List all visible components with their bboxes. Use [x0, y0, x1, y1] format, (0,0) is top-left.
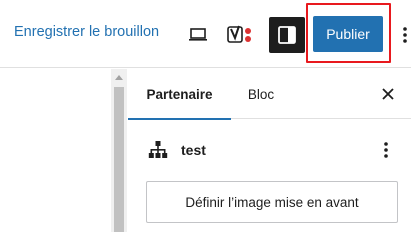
more-options-button[interactable]	[398, 20, 411, 50]
tab-partenaire[interactable]: Partenaire	[128, 69, 231, 120]
publish-button[interactable]: Publier	[313, 16, 383, 52]
settings-toggle-button[interactable]	[269, 17, 305, 53]
canvas-scrollbar[interactable]	[111, 69, 127, 232]
editor-canvas[interactable]	[0, 69, 127, 232]
block-info-panel: test Définir l’image mise en avant	[128, 120, 411, 232]
sidebar-toggle-icon	[278, 26, 296, 44]
settings-sidebar: Partenaire Bloc test Définir l’image mis…	[128, 69, 411, 232]
laptop-icon	[189, 28, 207, 41]
yoast-seo-icon	[227, 25, 251, 43]
scrollbar-thumb[interactable]	[114, 87, 124, 232]
tab-bloc[interactable]: Bloc	[231, 69, 291, 119]
block-options-button[interactable]	[378, 138, 394, 162]
preview-button[interactable]	[183, 20, 213, 50]
vertical-ellipsis-icon	[402, 27, 407, 43]
vertical-ellipsis-icon	[384, 142, 388, 158]
sidebar-tabs: Partenaire Bloc	[128, 69, 411, 120]
yoast-seo-button[interactable]	[225, 20, 255, 50]
triangle-up-icon	[115, 74, 123, 80]
hierarchy-icon	[148, 141, 168, 158]
close-icon	[382, 88, 394, 100]
scroll-up-arrow[interactable]	[111, 71, 127, 83]
save-draft-link[interactable]: Enregistrer le brouillon	[14, 24, 159, 40]
set-featured-image-button[interactable]: Définir l’image mise en avant	[146, 181, 398, 223]
close-sidebar-button[interactable]	[375, 81, 401, 107]
editor-toolbar: Enregistrer le brouillon Publier	[0, 0, 411, 68]
block-title: test	[181, 142, 206, 158]
